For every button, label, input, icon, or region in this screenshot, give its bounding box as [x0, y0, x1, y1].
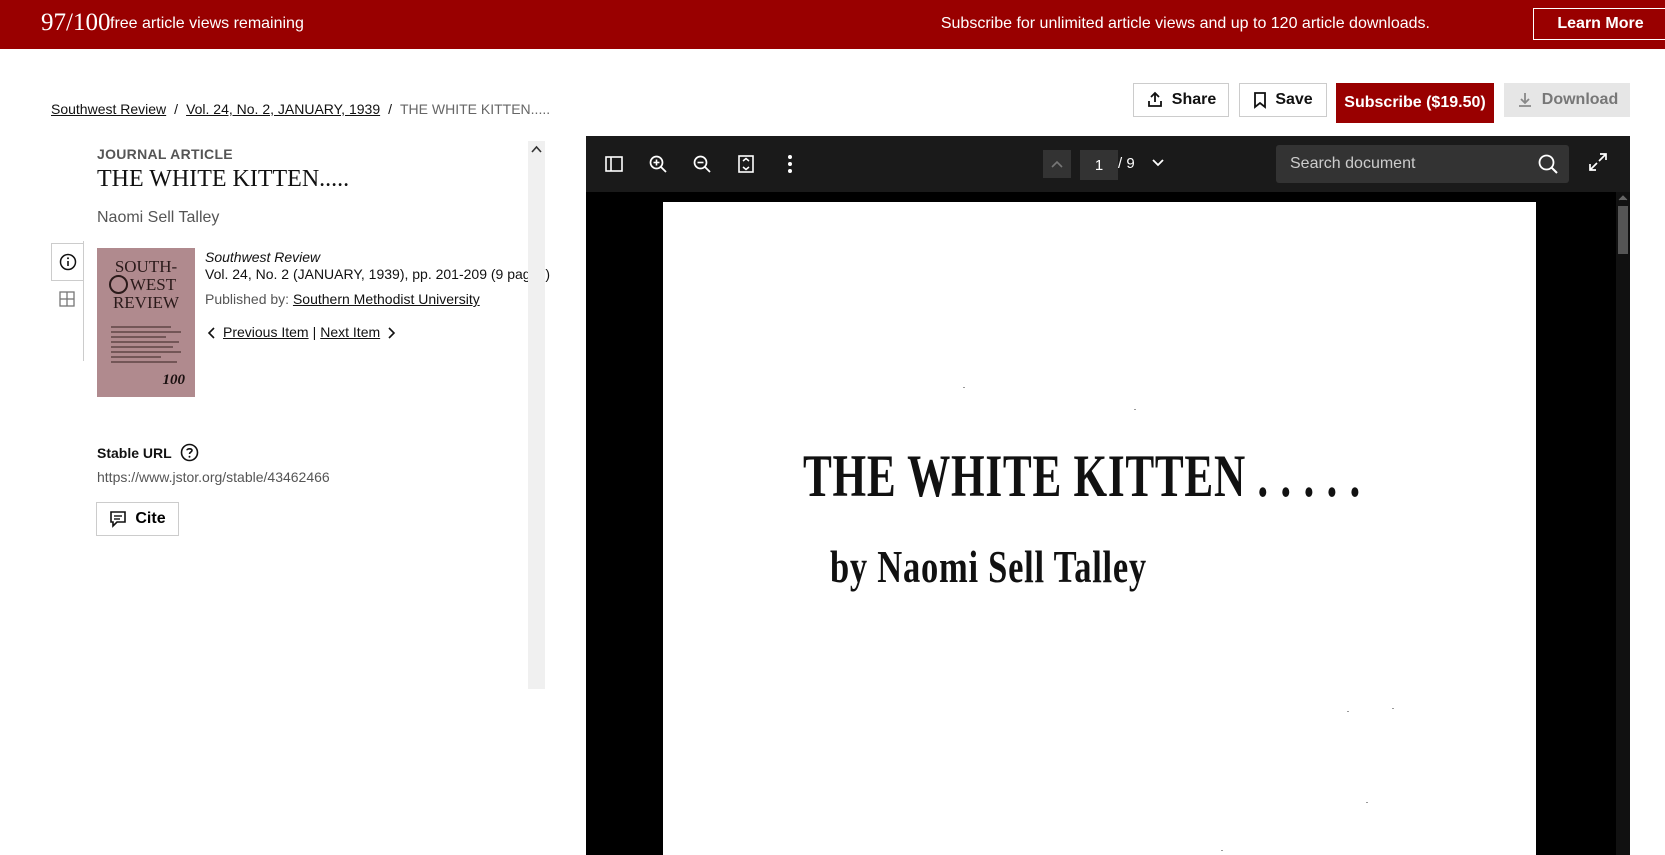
tab-info[interactable] — [51, 243, 83, 281]
save-button[interactable]: Save — [1239, 83, 1327, 117]
sidebar-icon — [605, 156, 623, 172]
share-icon — [1147, 91, 1162, 107]
cover-line-1: SOUTH- — [114, 257, 178, 276]
search-input[interactable] — [1288, 154, 1532, 174]
cover-line-3: REVIEW — [112, 293, 180, 312]
article-author: Naomi Sell Talley — [97, 209, 220, 226]
side-tabs — [51, 241, 84, 361]
volume-info: Vol. 24, No. 2 (JANUARY, 1939), pp. 201-… — [205, 266, 551, 282]
fullscreen-icon — [1589, 153, 1607, 171]
cite-icon — [110, 511, 127, 528]
breadcrumb: Southwest Review / Vol. 24, No. 2, JANUARY… — [51, 101, 551, 117]
document-viewer: / 9 THE WHITE KITTEN . . . . . by Naomi … — [586, 136, 1630, 855]
stable-url-heading: Stable URL — [97, 444, 172, 461]
free-views-count: 97/100 — [41, 9, 111, 36]
cover-toc-lines — [111, 326, 181, 366]
journal-cover-image[interactable]: SOUTH- WEST REVIEW 100 — [97, 248, 195, 397]
publisher-line: Published by: Southern Methodist Univers… — [205, 291, 550, 308]
page-author-text: by Naomi Sell Talley — [830, 541, 1147, 592]
free-views-text: free article views remaining — [110, 15, 304, 32]
cover-line-2: WEST — [129, 275, 177, 294]
search-icon[interactable] — [1537, 153, 1559, 175]
page-total: / 9 — [1118, 155, 1135, 172]
scroll-up-icon[interactable] — [1618, 194, 1628, 202]
share-label: Share — [1171, 91, 1217, 108]
cite-label: Cite — [135, 510, 166, 527]
fullscreen-button[interactable] — [1588, 152, 1608, 177]
item-navigation: Previous Item | Next Item — [205, 324, 550, 341]
document-search — [1276, 145, 1569, 183]
viewer-scrollbar[interactable] — [1616, 192, 1630, 855]
tab-contents[interactable] — [51, 281, 83, 317]
next-item-link[interactable]: Next Item — [320, 324, 380, 341]
zoom-in-button[interactable] — [646, 152, 670, 176]
breadcrumb-current: THE WHITE KITTEN..... — [400, 101, 551, 117]
more-options-button[interactable] — [778, 152, 802, 176]
subscribe-promo-text: Subscribe for unlimited article views an… — [940, 15, 1430, 32]
previous-item-link[interactable]: Previous Item — [223, 324, 309, 341]
nav-separator: | — [312, 324, 317, 340]
previous-page-button[interactable] — [1043, 150, 1071, 178]
stable-url-value[interactable]: https://www.jstor.org/stable/43462466 — [97, 469, 330, 485]
left-panel-scrollbar[interactable] — [528, 141, 545, 689]
chevron-right-icon — [388, 326, 396, 339]
info-icon — [59, 253, 76, 271]
content-type-label: JOURNAL ARTICLE — [97, 146, 233, 162]
grid-icon — [59, 291, 75, 307]
learn-more-button[interactable]: Learn More — [1533, 8, 1665, 40]
cover-anniversary: 100 — [162, 372, 186, 388]
chevron-left-icon — [207, 326, 215, 339]
viewer-toolbar: / 9 — [586, 136, 1630, 192]
fit-page-button[interactable] — [734, 152, 758, 176]
sidebar-toggle-button[interactable] — [602, 152, 626, 176]
breadcrumb-issue-link[interactable]: Vol. 24, No. 2, JANUARY, 1939 — [186, 101, 380, 117]
download-button[interactable]: Download — [1504, 83, 1630, 117]
page-number-input[interactable] — [1080, 150, 1118, 180]
article-details: Southwest Review Vol. 24, No. 2 (JANUARY… — [205, 249, 550, 341]
download-label: Download — [1541, 91, 1619, 108]
scrollbar-thumb[interactable] — [1618, 206, 1628, 254]
chevron-up-icon — [1051, 160, 1063, 168]
journal-name: Southwest Review — [205, 249, 321, 265]
help-icon[interactable] — [180, 443, 199, 462]
document-page: THE WHITE KITTEN . . . . . by Naomi Sell… — [663, 202, 1536, 855]
published-by-label: Published by: — [205, 291, 290, 307]
more-vertical-icon — [788, 155, 792, 173]
fit-page-icon — [738, 155, 754, 173]
bookmark-icon — [1254, 92, 1267, 109]
next-page-button[interactable] — [1151, 154, 1165, 177]
top-banner: 97/100 free article views remaining Subs… — [0, 0, 1665, 49]
subscribe-button[interactable]: Subscribe ($19.50) — [1336, 83, 1494, 123]
zoom-out-icon — [693, 155, 711, 173]
publisher-link[interactable]: Southern Methodist University — [293, 291, 480, 307]
scroll-up-icon[interactable] — [531, 145, 542, 154]
breadcrumb-journal-link[interactable]: Southwest Review — [51, 101, 166, 117]
chevron-down-icon — [1152, 159, 1164, 167]
zoom-out-button[interactable] — [690, 152, 714, 176]
save-label: Save — [1275, 91, 1313, 108]
page-title-text: THE WHITE KITTEN . . . . . — [803, 443, 1362, 509]
stable-url-label: Stable URL — [97, 443, 199, 462]
share-button[interactable]: Share — [1133, 83, 1229, 117]
zoom-in-icon — [649, 155, 667, 173]
download-icon — [1518, 93, 1531, 107]
article-title: THE WHITE KITTEN..... — [97, 166, 350, 192]
cite-button[interactable]: Cite — [96, 502, 179, 536]
